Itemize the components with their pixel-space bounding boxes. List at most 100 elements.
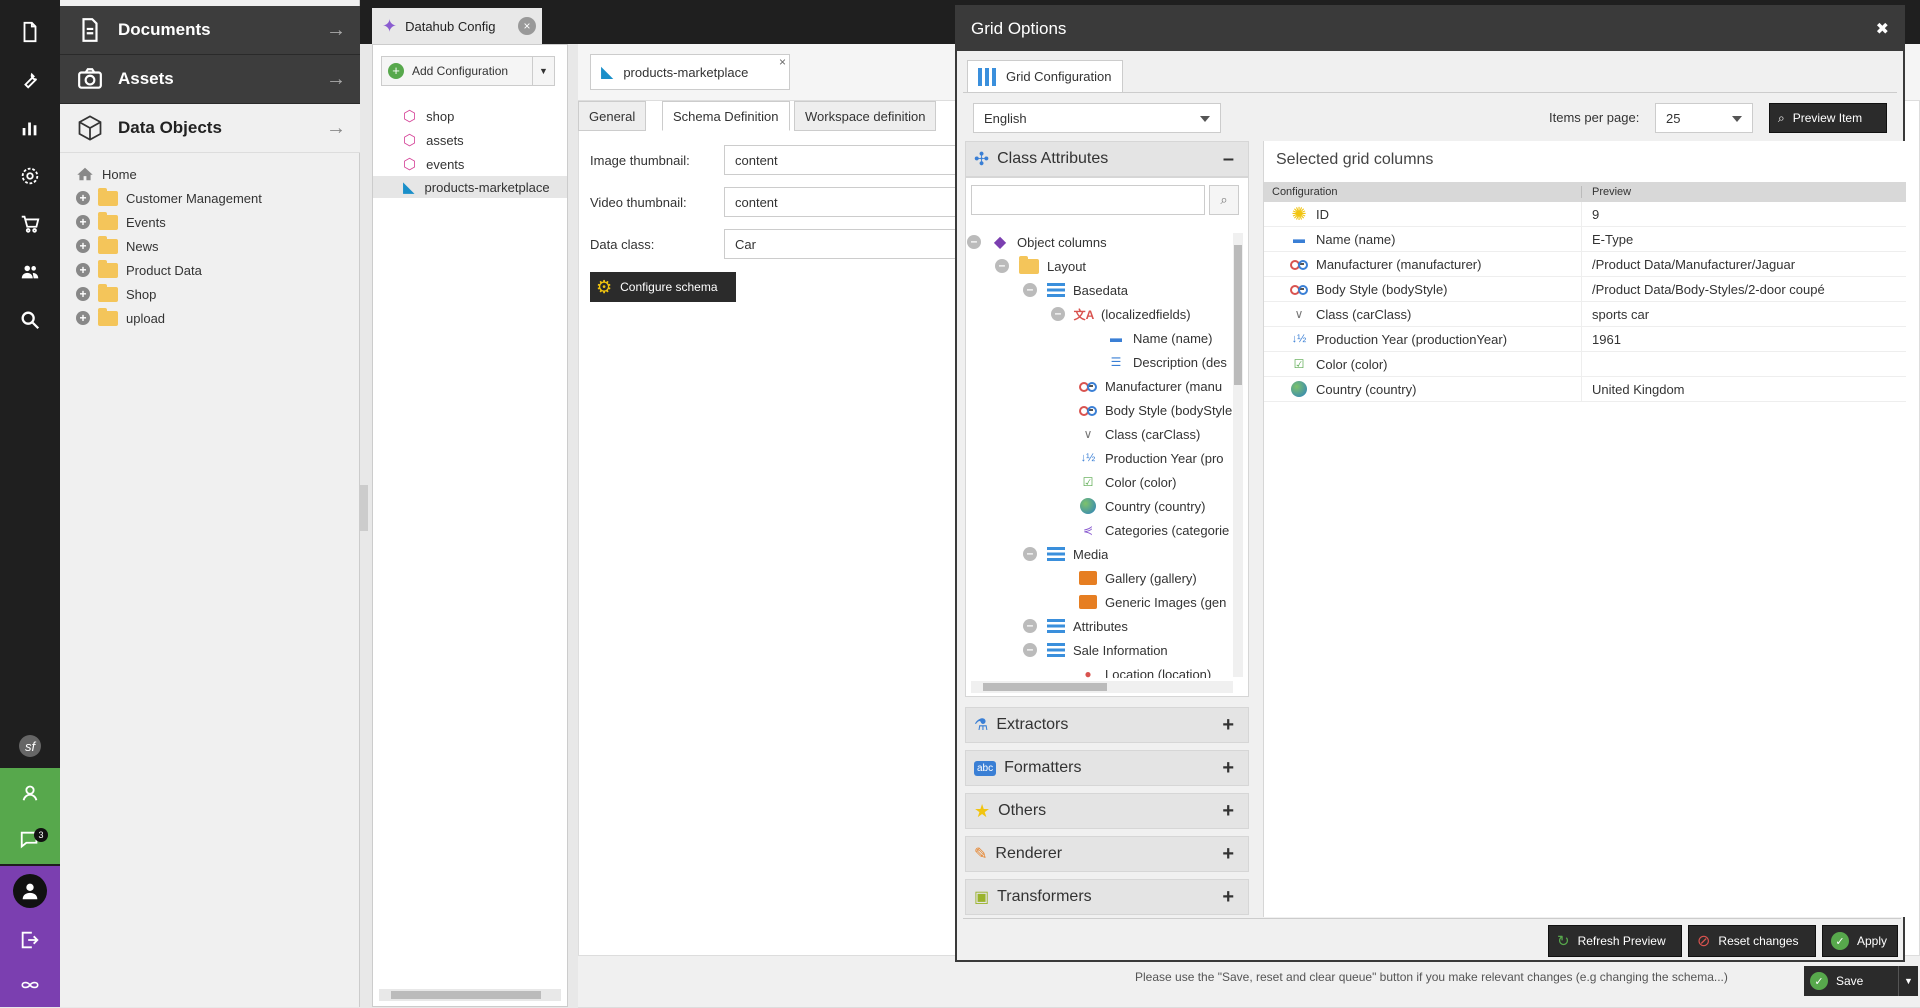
config-item-events[interactable]: ⬡ events (403, 153, 464, 175)
configure-schema-button[interactable]: ⚙ Configure schema (590, 272, 736, 302)
config-item-assets[interactable]: ⬡ assets (403, 129, 464, 151)
close-icon[interactable]: ✖ (1876, 19, 1889, 39)
expand-icon[interactable]: + (76, 287, 90, 301)
gear-icon[interactable] (0, 152, 60, 200)
collapse-handle[interactable] (360, 485, 368, 531)
tree-node-home[interactable]: Home (76, 163, 137, 185)
expand-icon[interactable]: + (1222, 886, 1234, 909)
collapse-node-icon[interactable]: – (1051, 307, 1065, 321)
apply-button[interactable]: ✓ Apply (1822, 925, 1898, 957)
profile-icon[interactable] (0, 866, 60, 916)
tree-node-media[interactable]: – Media (1023, 543, 1108, 565)
tab-workspace-definition[interactable]: Workspace definition (794, 101, 937, 131)
expand-icon[interactable]: + (76, 311, 90, 325)
save-button[interactable]: ✓ Save (1804, 966, 1898, 996)
horizontal-scrollbar[interactable] (379, 989, 561, 1001)
chart-icon[interactable] (0, 104, 60, 152)
collapse-node-icon[interactable]: – (1023, 547, 1037, 561)
wrench-icon[interactable] (0, 56, 60, 104)
config-item-products-marketplace[interactable]: ◣ products-marketplace (373, 176, 567, 198)
close-tab-icon[interactable]: × (518, 17, 536, 35)
collapse-icon[interactable]: – (1223, 148, 1234, 171)
video-thumbnail-field[interactable]: content (724, 187, 964, 217)
users-icon[interactable] (0, 248, 60, 296)
grid-row[interactable]: ☑ Color (color) (1264, 352, 1906, 377)
tree-node-folder[interactable]: + Events (76, 211, 166, 233)
grid-row[interactable]: ▬ Name (name) E-Type (1264, 227, 1906, 252)
transformers-header[interactable]: ▣ Transformers + (965, 879, 1249, 915)
items-per-page-select[interactable]: 25 (1655, 103, 1753, 133)
tree-node-manufacturer[interactable]: Manufacturer (manu (1079, 375, 1237, 397)
data-class-field[interactable]: Car (724, 229, 964, 259)
collapse-node-icon[interactable]: – (1023, 619, 1037, 633)
column-header-preview[interactable]: Preview (1582, 186, 1631, 198)
accordion-data-objects[interactable]: Data Objects → (60, 104, 360, 153)
tree-node-production-year[interactable]: ↓½ Production Year (pro (1079, 447, 1237, 469)
horizontal-scrollbar[interactable] (971, 681, 1233, 693)
expand-icon[interactable]: + (1222, 800, 1234, 823)
tree-node-folder[interactable]: + News (76, 235, 159, 257)
tree-node-generic-images[interactable]: Generic Images (gen (1079, 591, 1237, 613)
reset-changes-button[interactable]: ⊘ Reset changes (1688, 925, 1816, 957)
tree-node-location[interactable]: ● Location (location) (1079, 663, 1211, 679)
accordion-documents[interactable]: Documents → (60, 6, 360, 55)
expand-icon[interactable]: + (1222, 757, 1234, 780)
expand-icon[interactable]: + (76, 191, 90, 205)
tree-node-class[interactable]: ∨ Class (carClass) (1079, 423, 1201, 445)
class-attributes-search-input[interactable] (971, 185, 1205, 215)
logout-icon[interactable] (0, 916, 60, 964)
tab-grid-configuration[interactable]: Grid Configuration (967, 60, 1123, 92)
chat-icon[interactable]: 3 (0, 816, 60, 864)
expand-icon[interactable]: + (1222, 843, 1234, 866)
collapse-node-icon[interactable]: – (1023, 643, 1037, 657)
tree-node-folder[interactable]: + Product Data (76, 259, 202, 281)
extractors-header[interactable]: ⚗ Extractors + (965, 707, 1249, 743)
document-icon[interactable] (0, 8, 60, 56)
grid-row[interactable]: Manufacturer (manufacturer) /Product Data… (1264, 252, 1906, 277)
class-attributes-header[interactable]: ✣ Class Attributes – (965, 141, 1249, 177)
formatters-header[interactable]: abc Formatters + (965, 750, 1249, 786)
image-thumbnail-field[interactable]: content (724, 145, 964, 175)
cart-icon[interactable] (0, 200, 60, 248)
chevron-down-icon[interactable]: ▼ (532, 57, 554, 85)
language-select[interactable]: English (973, 103, 1221, 133)
tree-node-name[interactable]: ▬ Name (name) (1107, 327, 1212, 349)
preview-item-button[interactable]: ⌕ Preview Item (1769, 103, 1887, 133)
expand-icon[interactable]: + (76, 215, 90, 229)
tree-node-body-style[interactable]: Body Style (bodyStyle (1079, 399, 1237, 421)
renderer-header[interactable]: ✎ Renderer + (965, 836, 1249, 872)
grid-row[interactable]: Body Style (bodyStyle) /Product Data/Body… (1264, 277, 1906, 302)
tree-node-gallery[interactable]: Gallery (gallery) (1079, 567, 1197, 589)
tree-node-categories[interactable]: ⋞ Categories (categorie (1079, 519, 1237, 541)
accordion-assets[interactable]: Assets → (60, 55, 360, 104)
close-icon[interactable]: × (779, 55, 786, 69)
tab-datahub-config[interactable]: ✦ Datahub Config × (372, 8, 542, 44)
user-circle-icon[interactable] (0, 768, 60, 816)
collapse-node-icon[interactable]: – (995, 259, 1009, 273)
tree-node-folder[interactable]: + Shop (76, 283, 156, 305)
symfony-icon[interactable]: sf (0, 722, 60, 770)
grid-row[interactable]: ✺ ID 9 (1264, 202, 1906, 227)
grid-row[interactable]: ∨ Class (carClass) sports car (1264, 302, 1906, 327)
tree-node-sale-information[interactable]: – Sale Information (1023, 639, 1168, 661)
column-header-configuration[interactable]: Configuration (1264, 186, 1582, 198)
tab-schema-definition[interactable]: Schema Definition (662, 101, 790, 131)
tree-node-layout[interactable]: – Layout (995, 255, 1086, 277)
expand-icon[interactable]: + (1222, 714, 1234, 737)
expand-icon[interactable]: + (76, 263, 90, 277)
search-icon[interactable]: ⌕ (1209, 185, 1239, 215)
refresh-preview-button[interactable]: ↻ Refresh Preview (1548, 925, 1682, 957)
expand-icon[interactable]: + (76, 239, 90, 253)
tree-node-color[interactable]: ☑ Color (color) (1079, 471, 1177, 493)
tree-node-folder[interactable]: + Customer Management (76, 187, 262, 209)
tab-products-marketplace[interactable]: ◣ products-marketplace × (590, 54, 790, 90)
tree-node-attributes[interactable]: – Attributes (1023, 615, 1128, 637)
collapse-node-icon[interactable]: – (1023, 283, 1037, 297)
others-header[interactable]: ★ Others + (965, 793, 1249, 829)
add-configuration-button[interactable]: + Add Configuration ▼ (381, 56, 555, 86)
tree-node-country[interactable]: Country (country) (1079, 495, 1205, 517)
pimcore-logo-icon[interactable] (0, 962, 60, 1007)
tree-node-folder[interactable]: + upload (76, 307, 165, 329)
grid-row[interactable]: ↓½ Production Year (productionYear) 1961 (1264, 327, 1906, 352)
collapse-node-icon[interactable]: – (967, 235, 981, 249)
